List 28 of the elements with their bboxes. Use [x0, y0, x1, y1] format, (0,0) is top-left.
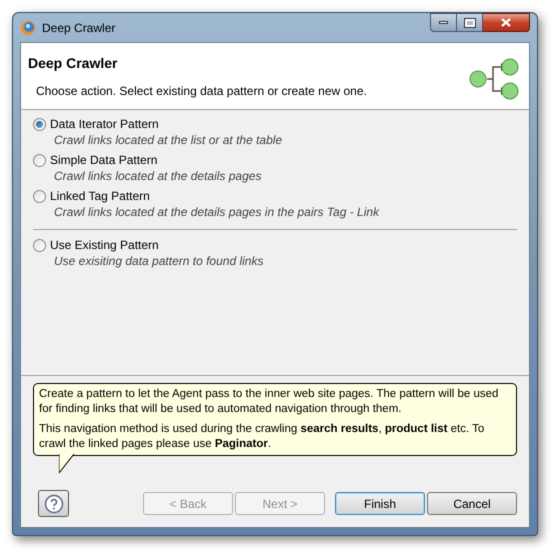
header-subtitle: Choose action. Select existing data pattern or create new one. [36, 83, 367, 100]
dialog-button[interactable]: Finish [335, 492, 425, 515]
close-icon [501, 18, 511, 27]
header-title: Deep Crawler [28, 54, 118, 73]
close-button[interactable] [483, 13, 530, 32]
window-title: Deep Crawler [42, 20, 116, 36]
radio-option[interactable]: Data Iterator Pattern [33, 116, 517, 132]
radio-button[interactable] [33, 154, 46, 166]
option-description: Crawl links located at the details pages in the pairs Tag - Link [54, 204, 380, 221]
help-icon [44, 494, 64, 514]
maximize-icon [464, 18, 474, 26]
radio-option[interactable]: Simple Data Pattern [33, 152, 517, 168]
radio-button[interactable] [33, 118, 46, 130]
dialog-button[interactable]: Cancel [427, 492, 517, 515]
minimize-button[interactable] [430, 13, 457, 32]
tooltip-paragraph: This navigation method is used during the crawling search results, product list etc. To crawl the linked pages please use Paginator. [39, 422, 486, 452]
minimize-icon [439, 21, 448, 24]
maximize-button[interactable] [457, 13, 483, 32]
tooltip-paragraph: Create a pattern to let the Agent pass to the inner web site pages. The pattern will be used for finding links that will be used to automated navigation through them. [39, 387, 500, 417]
radio-button[interactable] [33, 238, 46, 252]
help-button[interactable] [38, 490, 69, 517]
app-icon [20, 20, 36, 36]
option-description: Crawl links located at the details pages [54, 168, 262, 185]
radio-option[interactable]: Use Existing Pattern [33, 237, 517, 253]
radio-button[interactable] [33, 190, 46, 202]
option-description: Use exisiting data pattern to found links [54, 253, 264, 270]
option-description: Crawl links located at the list or at the table [54, 132, 284, 149]
radio-option[interactable]: Linked Tag Pattern [33, 188, 517, 204]
